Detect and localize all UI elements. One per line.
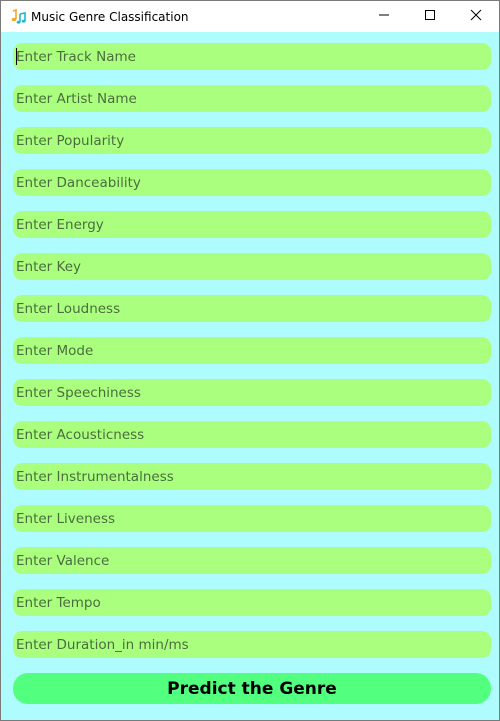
window-title: Music Genre Classification xyxy=(31,9,189,24)
predict-genre-button[interactable]: Predict the Genre xyxy=(13,673,491,704)
app-window: Music Genre Classification Enter Track N… xyxy=(0,0,500,721)
maximize-icon xyxy=(424,8,436,26)
instrumentalness-input[interactable] xyxy=(13,463,491,490)
key-input[interactable] xyxy=(13,253,491,280)
tempo-input[interactable] xyxy=(13,589,491,616)
artist-name-input[interactable] xyxy=(13,85,491,112)
close-icon xyxy=(470,8,482,26)
energy-input[interactable] xyxy=(13,211,491,238)
close-button[interactable] xyxy=(453,1,499,32)
maximize-button[interactable] xyxy=(407,1,453,32)
loudness-input[interactable] xyxy=(13,295,491,322)
popularity-input[interactable] xyxy=(13,127,491,154)
minimize-icon xyxy=(378,8,390,26)
mode-input[interactable] xyxy=(13,337,491,364)
acousticness-input[interactable] xyxy=(13,421,491,448)
danceability-input[interactable] xyxy=(13,169,491,196)
liveness-input[interactable] xyxy=(13,505,491,532)
speechiness-input[interactable] xyxy=(13,379,491,406)
music-note-icon xyxy=(10,8,26,25)
title-bar: Music Genre Classification xyxy=(1,1,499,32)
minimize-button[interactable] xyxy=(361,1,407,32)
duration-input[interactable] xyxy=(13,631,491,658)
window-controls xyxy=(361,1,499,32)
track-name-input[interactable] xyxy=(13,43,491,70)
valence-input[interactable] xyxy=(13,547,491,574)
text-caret xyxy=(16,48,17,65)
